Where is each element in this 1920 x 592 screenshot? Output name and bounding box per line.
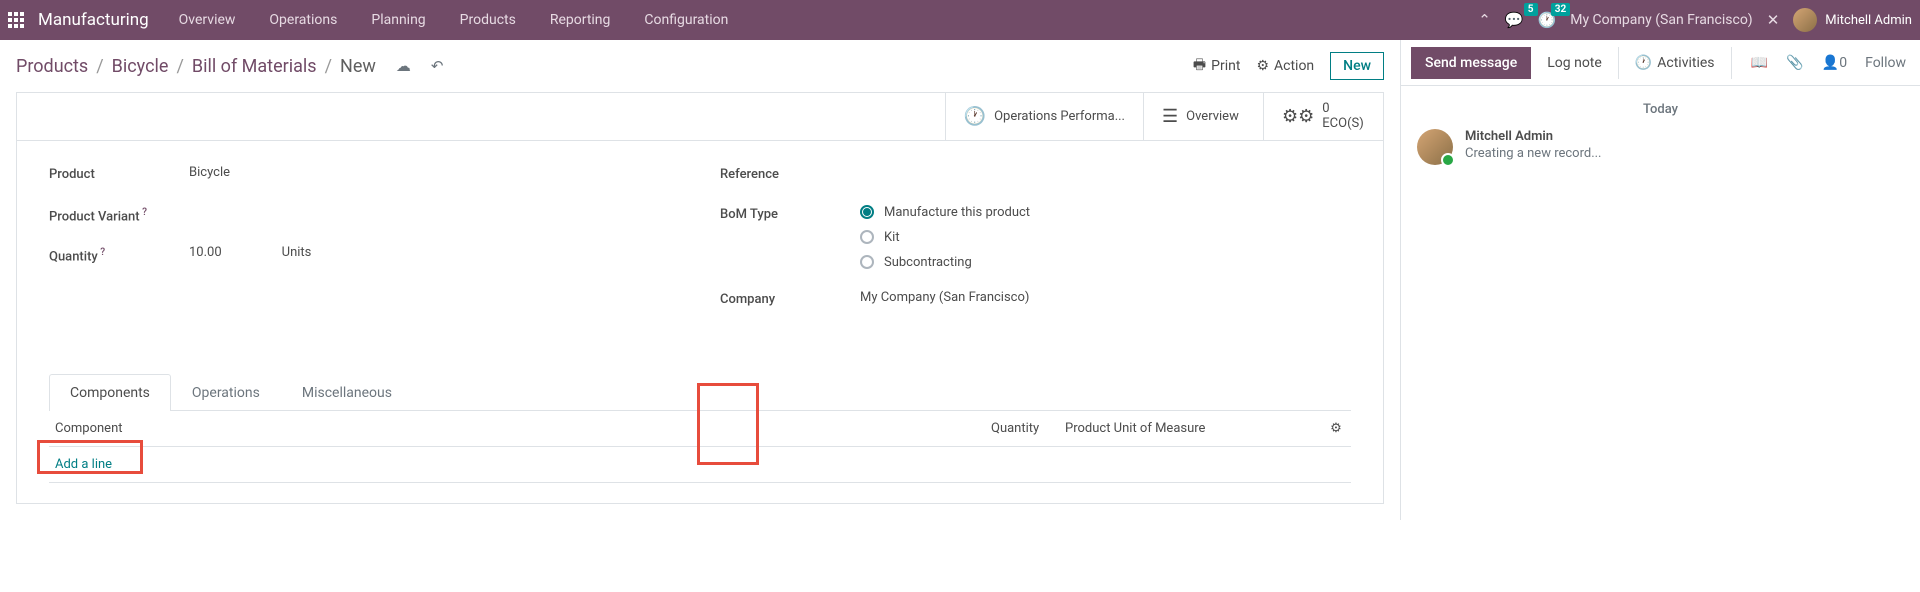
variant-label: Product Variant ? <box>49 205 189 224</box>
new-button[interactable]: New <box>1330 52 1384 80</box>
tools-icon[interactable]: ✕ <box>1767 11 1780 29</box>
quantity-label: Quantity ? <box>49 245 189 264</box>
message-author: Mitchell Admin <box>1465 129 1904 144</box>
add-line-button[interactable]: Add a line <box>49 447 1351 482</box>
user-menu[interactable]: Mitchell Admin <box>1793 8 1912 32</box>
breadcrumb-bom[interactable]: Bill of Materials <box>192 56 317 77</box>
breadcrumb: Products / Bicycle / Bill of Materials /… <box>16 56 444 77</box>
more-columns-icon[interactable]: ⚙ <box>1321 421 1351 436</box>
reference-label: Reference <box>720 165 860 182</box>
company-label: Company <box>720 290 860 307</box>
nav-products[interactable]: Products <box>446 12 530 28</box>
nav-operations[interactable]: Operations <box>255 12 351 28</box>
breadcrumb-bicycle[interactable]: Bicycle <box>112 56 169 77</box>
book-icon[interactable]: 📖 <box>1751 55 1768 71</box>
discard-icon[interactable]: ↶ <box>431 57 444 75</box>
radio-icon <box>860 255 874 269</box>
tab-operations[interactable]: Operations <box>171 374 281 411</box>
gears-icon: ⚙⚙ <box>1282 106 1314 127</box>
clock-icon[interactable]: 🕐32 <box>1538 11 1557 29</box>
radio-icon <box>860 230 874 244</box>
send-message-button[interactable]: Send message <box>1411 47 1531 79</box>
user-name: Mitchell Admin <box>1825 13 1912 28</box>
messages-icon[interactable]: 💬5 <box>1505 11 1524 29</box>
log-note-button[interactable]: Log note <box>1531 47 1618 79</box>
date-separator: Today <box>1417 102 1904 117</box>
nav-overview[interactable]: Overview <box>165 12 250 28</box>
product-field[interactable]: Bicycle <box>189 165 680 180</box>
followers-button[interactable]: 👤0 <box>1822 55 1847 71</box>
breadcrumb-current: New <box>340 56 376 77</box>
product-label: Product <box>49 165 189 182</box>
attachment-icon[interactable]: 📎 <box>1786 55 1803 71</box>
stat-operations[interactable]: 🕐 Operations Performa... <box>945 93 1143 140</box>
action-button[interactable]: ⚙ Action <box>1256 58 1314 74</box>
col-uom[interactable]: Product Unit of Measure <box>1061 421 1321 436</box>
apps-icon[interactable] <box>8 12 24 28</box>
tab-components[interactable]: Components <box>49 374 171 411</box>
radio-manufacture[interactable]: Manufacture this product <box>860 205 1351 220</box>
nav-reporting[interactable]: Reporting <box>536 12 625 28</box>
print-button[interactable]: 🖶 Print <box>1193 54 1241 78</box>
avatar-icon <box>1793 8 1817 32</box>
message-text: Creating a new record... <box>1465 146 1904 161</box>
quantity-field[interactable]: 10.00 <box>189 245 222 260</box>
nav-planning[interactable]: Planning <box>357 12 439 28</box>
help-icon[interactable]: ? <box>98 247 105 258</box>
follow-button[interactable]: Follow <box>1865 55 1906 71</box>
stat-overview[interactable]: ☰ Overview <box>1143 93 1263 140</box>
tab-miscellaneous[interactable]: Miscellaneous <box>281 374 413 411</box>
radio-subcontracting[interactable]: Subcontracting <box>860 255 1351 270</box>
radio-kit[interactable]: Kit <box>860 230 1351 245</box>
list-icon: ☰ <box>1162 106 1178 127</box>
messages-badge: 5 <box>1524 3 1538 16</box>
avatar-icon <box>1417 129 1453 165</box>
clock-badge: 32 <box>1551 3 1570 16</box>
bomtype-label: BoM Type <box>720 205 860 222</box>
help-icon[interactable]: ? <box>140 207 147 218</box>
clock-icon: 🕐 <box>964 106 986 127</box>
save-icon[interactable]: ☁ <box>396 57 411 75</box>
company-selector[interactable]: My Company (San Francisco) <box>1570 12 1752 28</box>
app-name: Manufacturing <box>38 10 149 30</box>
stat-eco[interactable]: ⚙⚙ 0 ECO(S) <box>1263 93 1383 140</box>
breadcrumb-products[interactable]: Products <box>16 56 88 77</box>
quantity-unit[interactable]: Units <box>282 245 312 260</box>
col-quantity[interactable]: Quantity <box>991 421 1061 436</box>
wifi-icon[interactable]: ⌃ <box>1478 11 1491 29</box>
nav-configuration[interactable]: Configuration <box>630 12 742 28</box>
col-component[interactable]: Component <box>49 421 991 436</box>
radio-icon <box>860 205 874 219</box>
message-item: Mitchell Admin Creating a new record... <box>1417 129 1904 165</box>
company-field[interactable]: My Company (San Francisco) <box>860 290 1351 305</box>
activities-button[interactable]: 🕐 Activities <box>1618 47 1732 79</box>
